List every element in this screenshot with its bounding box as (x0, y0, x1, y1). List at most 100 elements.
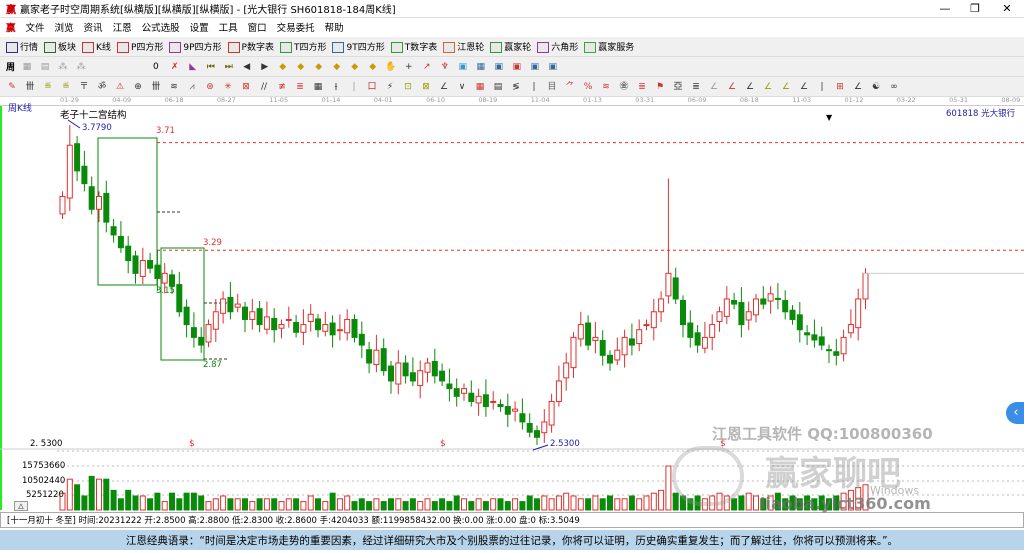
candle-up (395, 362, 402, 385)
cycle-box (160, 247, 205, 361)
candle-down (315, 318, 321, 331)
candle-up (643, 324, 650, 327)
volume-bar (358, 498, 365, 511)
candle-down (526, 422, 533, 433)
candle-up (424, 362, 431, 373)
candle-up (234, 303, 241, 308)
candle-down (271, 317, 278, 331)
volume-bar (658, 489, 665, 511)
volume-bar (147, 498, 154, 511)
structure-label: 老子十二宫结构 (60, 110, 127, 121)
volume-bar (490, 498, 497, 511)
candle-up (417, 370, 424, 387)
volume-bar (227, 498, 234, 511)
volume-bar (395, 498, 402, 511)
dollar-marker: $ (440, 439, 446, 449)
candle-down (468, 392, 475, 402)
volume-bar (388, 498, 394, 511)
level-315-label: 3.15 (156, 286, 175, 296)
volume-bar (285, 498, 292, 511)
candle-down (110, 226, 117, 236)
volume-axis-label: 15753660 (22, 461, 66, 471)
side-expand-button[interactable]: ‹ (1006, 402, 1024, 424)
volume-bar (504, 501, 511, 511)
volume-bar (555, 495, 562, 511)
candle-down (607, 354, 613, 364)
candle-up (577, 324, 584, 340)
volume-bar (482, 501, 489, 511)
candle-down (439, 370, 446, 382)
candle-down (585, 322, 592, 346)
period-label: 周K线 (8, 104, 32, 114)
candle-up (592, 336, 599, 341)
candle-down (388, 365, 394, 382)
candle-down (599, 339, 606, 356)
volume-bar (526, 495, 533, 511)
dropdown-arrow-icon[interactable]: ▼ (826, 113, 832, 122)
volume-bar (88, 475, 95, 511)
volume-bar (96, 478, 102, 511)
volume-bar (417, 501, 424, 511)
volume-bar (650, 492, 657, 511)
quote-banner: 江恩经典语录：“时间是决定市场走势的重要因素，经过详细研究大市及个别股票的过往记… (0, 530, 1024, 550)
watermark-circle-icon (672, 446, 744, 506)
candle-down (774, 297, 781, 300)
volume-bar (234, 498, 241, 511)
candle-up (490, 400, 497, 403)
volume-bar (446, 501, 453, 511)
level-371-label: 3.71 (156, 126, 175, 136)
volume-bar (125, 489, 132, 511)
volume-bar (468, 501, 475, 511)
status-text: [十一月初十 冬至] 时间:20231222 开:2.8500 高:2.8800… (7, 516, 580, 526)
low-axis-label: 2. 5300 (30, 439, 63, 449)
candle-up (285, 318, 292, 321)
candle-down (497, 404, 504, 408)
volume-bar (336, 498, 343, 511)
volume-bar (665, 465, 672, 511)
volume-bar (409, 498, 416, 511)
candle-down (694, 332, 701, 346)
candle-up (548, 400, 555, 426)
volume-bar (271, 498, 278, 511)
candle-up (220, 298, 227, 314)
volume-bar (198, 495, 205, 511)
candle-up (745, 311, 752, 321)
volume-bar (731, 498, 738, 511)
level-329-label: 3.29 (203, 238, 222, 248)
candle-down (796, 314, 803, 331)
dollar-marker: $ (189, 439, 195, 449)
candle-down (818, 336, 825, 346)
candle-down (366, 349, 373, 364)
volume-bar (512, 498, 519, 511)
volume-bar (424, 498, 431, 511)
volume-bar (607, 495, 613, 511)
candle-down (431, 360, 438, 377)
candle-up (475, 395, 482, 404)
candle-down (628, 338, 635, 346)
candle-up (847, 324, 854, 334)
volume-bar (190, 492, 197, 511)
watermark-text: 江恩工具软件 QQ:100800360 (712, 425, 933, 443)
volume-bar (344, 495, 351, 511)
candle-down (804, 332, 811, 336)
volume-bar (439, 498, 446, 511)
candle-up (636, 329, 643, 345)
candle-down (826, 349, 832, 352)
volume-bar (205, 501, 212, 511)
volume-bar (745, 492, 752, 511)
volume-bar (329, 492, 336, 511)
volume-bar (351, 501, 358, 511)
candle-up (723, 298, 730, 317)
volume-bar (592, 495, 599, 511)
volume-bar (402, 501, 409, 511)
candle-up (650, 311, 657, 329)
candle-down (198, 336, 205, 346)
volume-bar (577, 498, 584, 511)
volume-bar (132, 495, 139, 511)
status-bar: [十一月初十 冬至] 时间:20231222 开:2.8500 高:2.8800… (0, 512, 1024, 528)
volume-bar (169, 492, 175, 511)
candle-down (687, 322, 694, 338)
collapse-button[interactable]: △ (14, 501, 28, 511)
candle-up (709, 324, 716, 338)
candle-up (541, 421, 548, 434)
